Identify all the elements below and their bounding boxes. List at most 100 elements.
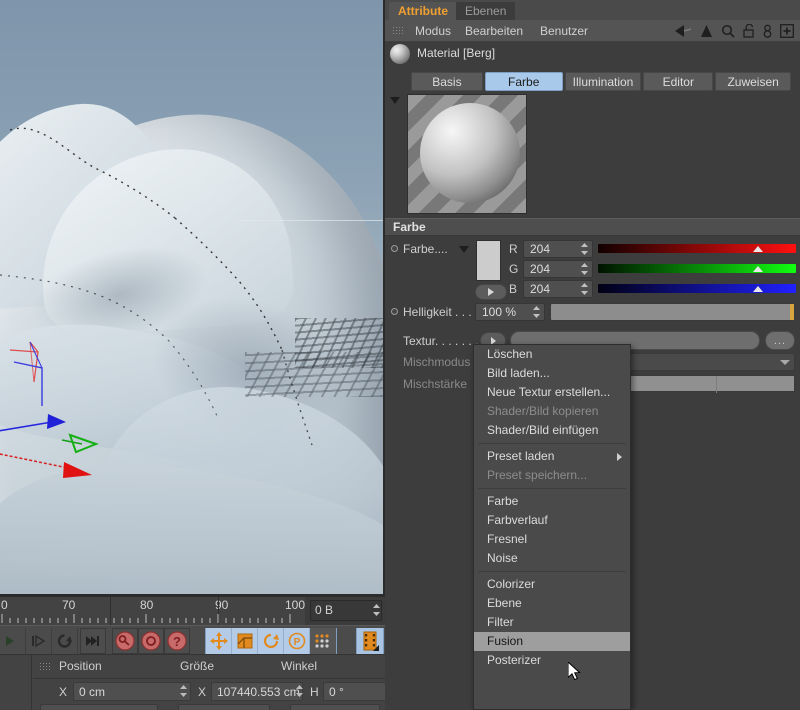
- menu-item-shader-bild-kopieren: Shader/Bild kopieren: [474, 402, 630, 421]
- menu-item-colorizer[interactable]: Colorizer: [474, 575, 630, 594]
- brightness-animate-radio[interactable]: [391, 308, 398, 315]
- coordinates-header-position: Position: [59, 659, 102, 673]
- color-r-slider-knob[interactable]: [753, 246, 763, 252]
- coordinates-manager[interactable]: Position Größe Winkel X 0 cm X 107440.55…: [0, 655, 385, 710]
- color-mode-chevron-down-icon[interactable]: [459, 246, 469, 253]
- color-b-stepper[interactable]: [580, 282, 589, 296]
- material-preview[interactable]: [407, 94, 527, 214]
- animation-toolbar[interactable]: ? P: [0, 625, 385, 655]
- panel-drag-handle[interactable]: [39, 662, 50, 671]
- coordinates-row-x: X 0 cm X 107440.553 cm H 0 °: [33, 681, 385, 703]
- collapse-triangle-icon[interactable]: [390, 96, 400, 105]
- menu-separator: [478, 488, 626, 489]
- tab-farbe[interactable]: Farbe: [485, 72, 563, 91]
- tab-editor[interactable]: Editor: [643, 72, 713, 91]
- position-y-input[interactable]: [40, 704, 158, 710]
- timeline-filmstrip-button[interactable]: [357, 628, 383, 654]
- cycle-icon: [141, 631, 161, 651]
- brightness-slider[interactable]: [550, 303, 795, 321]
- color-b-slider[interactable]: [598, 284, 796, 293]
- go-to-end-button[interactable]: [80, 628, 106, 654]
- frame-stepper[interactable]: [372, 603, 381, 617]
- lock-open-icon[interactable]: [743, 24, 755, 38]
- tab-ebenen[interactable]: Ebenen: [456, 2, 515, 20]
- menu-item-posterizer[interactable]: Posterizer: [474, 651, 630, 670]
- menu-item-fresnel[interactable]: Fresnel: [474, 530, 630, 549]
- mixmode-dropdown[interactable]: [620, 353, 795, 371]
- menu-item-shader-bild-einfuegen[interactable]: Shader/Bild einfügen: [474, 421, 630, 440]
- coordinates-header: Position Größe Winkel: [33, 655, 385, 679]
- menu-benutzer[interactable]: Benutzer: [540, 24, 588, 38]
- menu-item-loeschen[interactable]: Löschen: [474, 345, 630, 364]
- keyframe-selection-button[interactable]: ?: [164, 628, 190, 654]
- menu-item-preset-laden[interactable]: Preset laden: [474, 447, 630, 466]
- attribute-tab-bar[interactable]: Attribute Ebenen: [385, 0, 800, 20]
- brightness-slider-knob[interactable]: [790, 304, 794, 320]
- color-b-slider-knob[interactable]: [753, 286, 763, 292]
- angle-p-input[interactable]: [290, 704, 380, 710]
- color-r-stepper[interactable]: [580, 242, 589, 256]
- color-animate-radio[interactable]: [391, 245, 398, 252]
- color-swatch[interactable]: [476, 240, 501, 281]
- color-g-stepper[interactable]: [580, 262, 589, 276]
- menubar-drag-handle[interactable]: [392, 26, 403, 35]
- back-arrow-icon[interactable]: [674, 24, 692, 38]
- menu-modus[interactable]: Modus: [415, 24, 451, 38]
- step-forward-button[interactable]: [26, 628, 52, 654]
- color-g-slider[interactable]: [598, 264, 796, 273]
- color-r-slider[interactable]: [598, 244, 796, 253]
- mixmode-label: Mischmodus: [403, 355, 470, 369]
- tab-basis[interactable]: Basis: [411, 72, 483, 91]
- coordinates-header-angle: Winkel: [281, 659, 317, 673]
- object-axis-gizmo[interactable]: [0, 330, 200, 510]
- parameter-keys-button[interactable]: P: [284, 628, 310, 654]
- loop-arrow-icon: [56, 633, 74, 649]
- timeline-ruler[interactable]: 0 70 80 90 100: [0, 597, 305, 626]
- position-x-stepper[interactable]: [179, 684, 188, 698]
- loop-button[interactable]: [52, 628, 78, 654]
- autokeying-button[interactable]: [138, 628, 164, 654]
- axis-label-size-x: X: [198, 685, 206, 699]
- size-y-input[interactable]: [178, 704, 270, 710]
- size-x-stepper[interactable]: [295, 684, 304, 698]
- up-arrow-icon[interactable]: [700, 24, 713, 38]
- menu-item-bild-laden[interactable]: Bild laden...: [474, 364, 630, 383]
- svg-text:P: P: [293, 637, 300, 648]
- mixstrength-slider[interactable]: [620, 375, 795, 392]
- brightness-stepper[interactable]: [532, 305, 541, 319]
- plus-box-icon[interactable]: [780, 24, 794, 38]
- perspective-viewport[interactable]: [0, 0, 385, 596]
- menu-bearbeiten[interactable]: Bearbeiten: [465, 24, 523, 38]
- menu-item-noise[interactable]: Noise: [474, 549, 630, 568]
- chevron-down-icon: [780, 360, 790, 365]
- menu-item-farbverlauf[interactable]: Farbverlauf: [474, 511, 630, 530]
- rotation-keys-button[interactable]: [258, 628, 284, 654]
- position-x-input[interactable]: 0 cm: [73, 682, 191, 701]
- color-expand-button[interactable]: [475, 284, 507, 300]
- tab-attribute[interactable]: Attribute: [389, 2, 457, 20]
- attribute-menu-bar[interactable]: Modus Bearbeiten Benutzer: [385, 20, 800, 42]
- position-keys-button[interactable]: [206, 628, 232, 654]
- play-icon: [5, 634, 21, 648]
- texture-browse-button[interactable]: ...: [765, 331, 795, 350]
- size-x-input[interactable]: 107440.553 cm: [211, 682, 303, 701]
- scale-keys-button[interactable]: [232, 628, 258, 654]
- key-icon: [115, 631, 135, 651]
- point-level-animation-button[interactable]: [310, 628, 336, 654]
- menu-item-ebene[interactable]: Ebene: [474, 594, 630, 613]
- record-keyframe-button[interactable]: [112, 628, 138, 654]
- menu-item-farbe[interactable]: Farbe: [474, 492, 630, 511]
- link-icon[interactable]: [763, 24, 772, 38]
- tab-zuweisen[interactable]: Zuweisen: [715, 72, 791, 91]
- mixstrength-label: Mischstärke: [403, 377, 467, 391]
- menu-item-filter[interactable]: Filter: [474, 613, 630, 632]
- menu-item-fusion[interactable]: Fusion: [474, 632, 630, 651]
- play-forward-button[interactable]: [0, 628, 26, 654]
- color-g-slider-knob[interactable]: [753, 266, 763, 272]
- texture-shader-context-menu[interactable]: Löschen Bild laden... Neue Textur erstel…: [473, 344, 631, 710]
- menu-item-neue-textur-erstellen[interactable]: Neue Textur erstellen...: [474, 383, 630, 402]
- search-icon[interactable]: [721, 24, 735, 38]
- timeline-bar[interactable]: 0 70 80 90 100: [0, 596, 385, 625]
- material-channel-tabs[interactable]: Basis Farbe Illumination Editor Zuweisen: [411, 72, 791, 91]
- tab-illumination[interactable]: Illumination: [565, 72, 642, 91]
